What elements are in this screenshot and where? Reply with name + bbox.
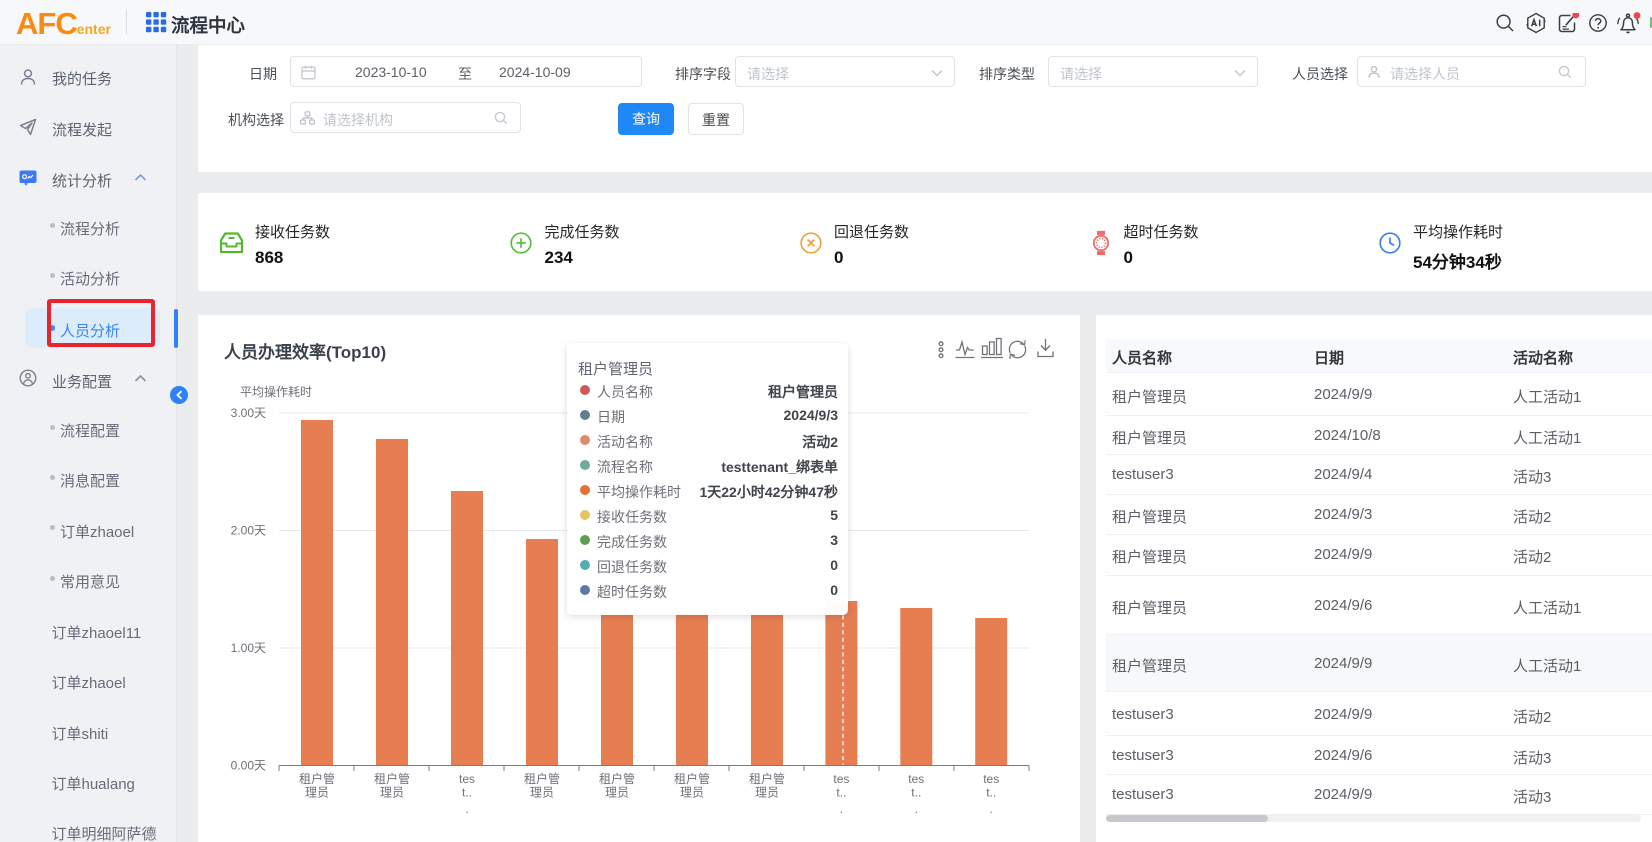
svg-text:tes: tes [833,772,849,786]
svg-text:tes: tes [459,772,475,786]
svg-text:.: . [465,802,468,816]
svg-text:租户管: 租户管 [674,771,710,786]
svg-text:租户管: 租户管 [749,771,785,786]
svg-text:理员: 理员 [755,786,779,800]
svg-text:t..: t.. [911,786,921,800]
svg-text:理员: 理员 [305,786,329,800]
svg-text:租户管: 租户管 [299,771,335,786]
svg-text:3.00天: 3.00天 [231,406,266,420]
svg-text:租户管: 租户管 [599,771,635,786]
svg-text:.: . [915,802,918,816]
svg-text:tes: tes [908,772,924,786]
svg-text:租户管: 租户管 [524,771,560,786]
svg-text:.: . [840,802,843,816]
svg-text:1.00天: 1.00天 [231,641,266,655]
svg-text:t..: t.. [986,786,996,800]
svg-text:2.00天: 2.00天 [231,524,266,538]
svg-text:t..: t.. [836,786,846,800]
svg-text:.: . [990,802,993,816]
svg-text:平均操作耗时: 平均操作耗时 [240,384,312,399]
svg-text:理员: 理员 [530,786,554,800]
svg-text:理员: 理员 [680,786,704,800]
svg-text:t..: t.. [462,786,472,800]
svg-text:0.00天: 0.00天 [231,759,266,773]
svg-text:理员: 理员 [380,786,404,800]
svg-text:理员: 理员 [605,786,629,800]
svg-text:租户管: 租户管 [374,771,410,786]
svg-text:tes: tes [983,772,999,786]
